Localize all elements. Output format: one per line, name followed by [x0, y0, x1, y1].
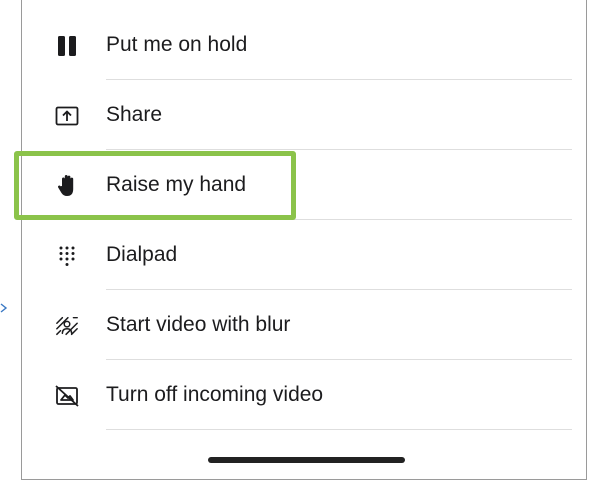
menu-item-label: Raise my hand: [106, 173, 247, 196]
dialpad-icon: [55, 244, 79, 268]
menu-item-label: Share: [106, 103, 163, 126]
share-upload-icon: [55, 104, 79, 128]
menu-item-raise-hand[interactable]: Raise my hand: [22, 150, 586, 220]
home-indicator[interactable]: [208, 457, 405, 463]
pause-icon: [55, 34, 79, 58]
screen: Put me on hold Share Raise my hand Dialp…: [0, 0, 590, 483]
menu-item-label: Turn off incoming video: [106, 383, 324, 406]
menu-item-label: Dialpad: [106, 243, 178, 266]
video-blur-icon: [55, 314, 79, 338]
raise-hand-icon: [55, 174, 79, 198]
menu-item-put-on-hold[interactable]: Put me on hold: [22, 10, 586, 80]
menu-item-video-blur[interactable]: Start video with blur: [22, 290, 586, 360]
video-off-icon: [55, 384, 79, 408]
menu-item-share[interactable]: Share: [22, 80, 586, 150]
arrow-pointer-icon: [0, 303, 8, 313]
menu-item-turn-off-incoming-video[interactable]: Turn off incoming video: [22, 360, 586, 430]
menu-item-label: Start video with blur: [106, 313, 291, 336]
divider: [106, 429, 572, 430]
menu-item-dialpad[interactable]: Dialpad: [22, 220, 586, 290]
menu-item-label: Put me on hold: [106, 33, 248, 56]
call-options-sheet: Put me on hold Share Raise my hand Dialp…: [21, 0, 587, 480]
